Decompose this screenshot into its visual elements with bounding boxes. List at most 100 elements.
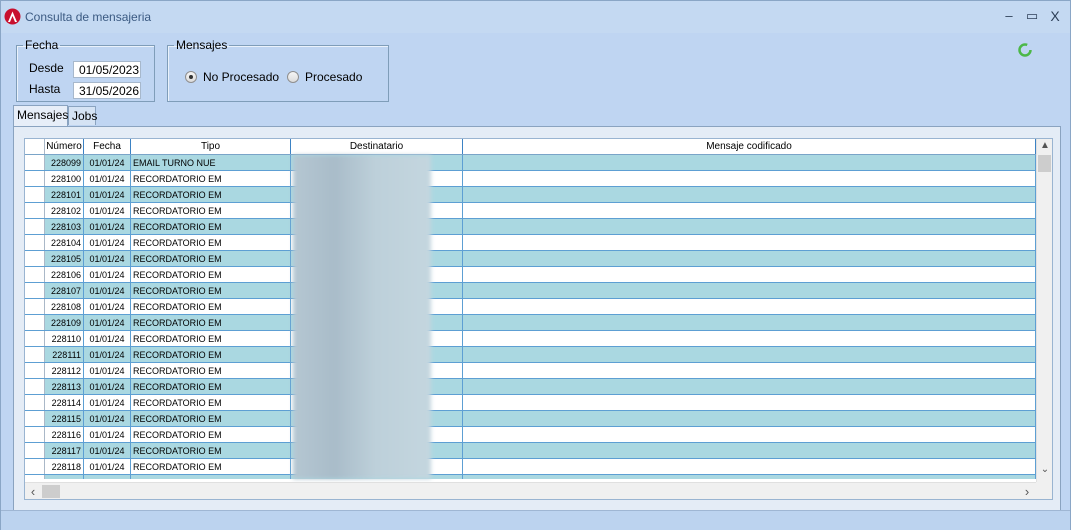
table-row[interactable]: 228110 01/01/24 RECORDATORIO EM	[25, 331, 1036, 347]
table-row[interactable]: 228117 01/01/24 RECORDATORIO EM	[25, 443, 1036, 459]
mensaje-codificado-cell[interactable]	[463, 299, 1036, 315]
table-row[interactable]: 228100 01/01/24 RECORDATORIO EM	[25, 171, 1036, 187]
fecha-cell[interactable]: 01/01/24	[84, 315, 131, 331]
fecha-cell[interactable]: 01/01/24	[84, 155, 131, 171]
fecha-cell[interactable]: 01/01/24	[84, 299, 131, 315]
numero-cell[interactable]: 228114	[45, 395, 84, 411]
tipo-cell[interactable]: RECORDATORIO EM	[131, 411, 291, 427]
row-selector-cell[interactable]	[25, 363, 45, 379]
tipo-cell[interactable]: RECORDATORIO EM	[131, 283, 291, 299]
minimize-button[interactable]: –	[998, 7, 1020, 25]
row-selector-cell[interactable]	[25, 459, 45, 475]
tipo-cell[interactable]: RECORDATORIO EM	[131, 379, 291, 395]
header-fecha[interactable]: Fecha	[84, 139, 131, 154]
table-row[interactable]: 228108 01/01/24 RECORDATORIO EM	[25, 299, 1036, 315]
mensaje-codificado-cell[interactable]	[463, 427, 1036, 443]
table-row[interactable]: 228102 01/01/24 RECORDATORIO EM	[25, 203, 1036, 219]
header-numero[interactable]: Número	[45, 139, 84, 154]
fecha-cell[interactable]: 01/01/24	[84, 251, 131, 267]
table-row[interactable]: 228116 01/01/24 RECORDATORIO EM	[25, 427, 1036, 443]
tipo-cell[interactable]: RECORDATORIO EM	[131, 171, 291, 187]
row-selector-cell[interactable]	[25, 379, 45, 395]
table-row[interactable]: 228111 01/01/24 RECORDATORIO EM	[25, 347, 1036, 363]
table-row[interactable]: 228099 01/01/24 EMAIL TURNO NUE	[25, 155, 1036, 171]
no-procesado-radio[interactable]	[185, 71, 197, 83]
fecha-cell[interactable]: 01/01/24	[84, 411, 131, 427]
tipo-cell[interactable]: RECORDATORIO EM	[131, 347, 291, 363]
row-selector-cell[interactable]	[25, 171, 45, 187]
mensaje-codificado-cell[interactable]	[463, 187, 1036, 203]
procesado-radio[interactable]	[287, 71, 299, 83]
mensaje-codificado-cell[interactable]	[463, 379, 1036, 395]
tipo-cell[interactable]: RECORDATORIO EM	[131, 267, 291, 283]
tipo-cell[interactable]: RECORDATORIO EM	[131, 315, 291, 331]
table-row[interactable]: 228115 01/01/24 RECORDATORIO EM	[25, 411, 1036, 427]
fecha-cell[interactable]: 01/01/24	[84, 395, 131, 411]
tipo-cell[interactable]: RECORDATORIO EM	[131, 443, 291, 459]
mensaje-codificado-cell[interactable]	[463, 315, 1036, 331]
row-selector-cell[interactable]	[25, 283, 45, 299]
fecha-cell[interactable]: 01/01/24	[84, 363, 131, 379]
mensaje-codificado-cell[interactable]	[463, 395, 1036, 411]
numero-cell[interactable]: 228106	[45, 267, 84, 283]
numero-cell[interactable]: 228113	[45, 379, 84, 395]
fecha-cell[interactable]: 01/01/24	[84, 187, 131, 203]
header-mensaje-codificado[interactable]: Mensaje codificado	[463, 139, 1036, 154]
mensaje-codificado-cell[interactable]	[463, 283, 1036, 299]
table-row[interactable]: 228109 01/01/24 RECORDATORIO EM	[25, 315, 1036, 331]
header-tipo[interactable]: Tipo	[131, 139, 291, 154]
mensaje-codificado-cell[interactable]	[463, 171, 1036, 187]
tipo-cell[interactable]: RECORDATORIO EM	[131, 299, 291, 315]
numero-cell[interactable]: 228119	[45, 475, 84, 479]
fecha-cell[interactable]: 01/01/24	[84, 219, 131, 235]
tipo-cell[interactable]: RECORDATORIO EM	[131, 331, 291, 347]
mensaje-codificado-cell[interactable]	[463, 219, 1036, 235]
tab-mensajes[interactable]: Mensajes	[13, 105, 68, 126]
horizontal-scroll-thumb[interactable]	[42, 485, 60, 498]
mensaje-codificado-cell[interactable]	[463, 443, 1036, 459]
row-selector-cell[interactable]	[25, 411, 45, 427]
numero-cell[interactable]: 228104	[45, 235, 84, 251]
numero-cell[interactable]: 228100	[45, 171, 84, 187]
row-selector-cell[interactable]	[25, 251, 45, 267]
row-selector-cell[interactable]	[25, 395, 45, 411]
numero-cell[interactable]: 228102	[45, 203, 84, 219]
mensaje-codificado-cell[interactable]	[463, 411, 1036, 427]
numero-cell[interactable]: 228115	[45, 411, 84, 427]
mensaje-codificado-cell[interactable]	[463, 251, 1036, 267]
title-bar[interactable]: Consulta de mensajeria – ▭ X	[1, 1, 1070, 33]
fecha-cell[interactable]: 01/01/24	[84, 427, 131, 443]
fecha-cell[interactable]: 01/01/24	[84, 443, 131, 459]
row-selector-cell[interactable]	[25, 219, 45, 235]
fecha-cell[interactable]: 01/01/24	[84, 235, 131, 251]
tab-jobs[interactable]: Jobs	[68, 106, 97, 125]
fecha-cell[interactable]: 01/01/24	[84, 379, 131, 395]
fecha-cell[interactable]: 01/01/24	[84, 203, 131, 219]
row-selector-cell[interactable]	[25, 475, 45, 479]
row-selector-cell[interactable]	[25, 235, 45, 251]
fecha-cell[interactable]: 01/01/24	[84, 347, 131, 363]
mensaje-codificado-cell[interactable]	[463, 267, 1036, 283]
scroll-left-icon[interactable]: ‹	[25, 484, 41, 499]
tipo-cell[interactable]: RECORDATORIO EM	[131, 203, 291, 219]
fecha-cell[interactable]: 01/01/24	[84, 475, 131, 479]
numero-cell[interactable]: 228109	[45, 315, 84, 331]
mensaje-codificado-cell[interactable]	[463, 459, 1036, 475]
table-row[interactable]: 228103 01/01/24 RECORDATORIO EM	[25, 219, 1036, 235]
tipo-cell[interactable]: RECORDATORIO EM	[131, 459, 291, 475]
tipo-cell[interactable]: RECORDATORIO EM	[131, 395, 291, 411]
numero-cell[interactable]: 228117	[45, 443, 84, 459]
messages-grid[interactable]: Número Fecha Tipo Destinatario Mensaje c…	[24, 138, 1053, 500]
vertical-scroll-thumb[interactable]	[1038, 155, 1051, 172]
mensaje-codificado-cell[interactable]	[463, 475, 1036, 479]
tipo-cell[interactable]: RECORDATORIO EM	[131, 427, 291, 443]
tipo-cell[interactable]: RECORDATORIO EM	[131, 219, 291, 235]
numero-cell[interactable]: 228107	[45, 283, 84, 299]
row-selector-cell[interactable]	[25, 299, 45, 315]
table-row[interactable]: 228105 01/01/24 RECORDATORIO EM	[25, 251, 1036, 267]
numero-cell[interactable]: 228116	[45, 427, 84, 443]
scroll-up-icon[interactable]: ▲	[1037, 140, 1052, 151]
tipo-cell[interactable]: EMAIL TURNO NUE	[131, 155, 291, 171]
mensaje-codificado-cell[interactable]	[463, 203, 1036, 219]
mensaje-codificado-cell[interactable]	[463, 363, 1036, 379]
